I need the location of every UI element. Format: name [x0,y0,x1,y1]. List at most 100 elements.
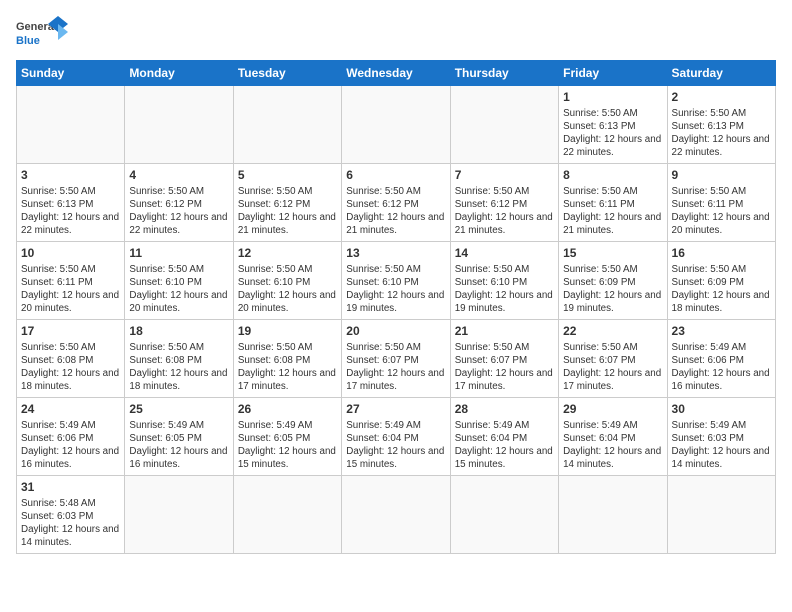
day-number: 22 [563,323,662,340]
calendar-week-row: 1Sunrise: 5:50 AM Sunset: 6:13 PM Daylig… [17,86,776,164]
calendar-cell: 8Sunrise: 5:50 AM Sunset: 6:11 PM Daylig… [559,164,667,242]
day-number: 31 [21,479,120,496]
calendar-cell: 17Sunrise: 5:50 AM Sunset: 6:08 PM Dayli… [17,320,125,398]
day-number: 19 [238,323,337,340]
calendar-cell [667,476,775,554]
day-info: Sunrise: 5:49 AM Sunset: 6:04 PM Dayligh… [455,419,554,472]
calendar-cell [17,86,125,164]
calendar-cell: 30Sunrise: 5:49 AM Sunset: 6:03 PM Dayli… [667,398,775,476]
calendar-cell: 24Sunrise: 5:49 AM Sunset: 6:06 PM Dayli… [17,398,125,476]
day-number: 12 [238,245,337,262]
day-info: Sunrise: 5:50 AM Sunset: 6:10 PM Dayligh… [238,263,337,316]
calendar-cell [125,86,233,164]
day-info: Sunrise: 5:50 AM Sunset: 6:11 PM Dayligh… [672,185,771,238]
day-info: Sunrise: 5:50 AM Sunset: 6:10 PM Dayligh… [129,263,228,316]
day-number: 29 [563,401,662,418]
day-info: Sunrise: 5:50 AM Sunset: 6:12 PM Dayligh… [346,185,445,238]
day-info: Sunrise: 5:50 AM Sunset: 6:09 PM Dayligh… [672,263,771,316]
day-number: 14 [455,245,554,262]
calendar-cell [450,86,558,164]
day-info: Sunrise: 5:50 AM Sunset: 6:13 PM Dayligh… [563,107,662,160]
day-info: Sunrise: 5:48 AM Sunset: 6:03 PM Dayligh… [21,497,120,550]
calendar: SundayMondayTuesdayWednesdayThursdayFrid… [16,60,776,554]
day-number: 2 [672,89,771,106]
day-number: 18 [129,323,228,340]
calendar-cell [450,476,558,554]
day-info: Sunrise: 5:50 AM Sunset: 6:08 PM Dayligh… [238,341,337,394]
day-info: Sunrise: 5:50 AM Sunset: 6:12 PM Dayligh… [455,185,554,238]
column-header-monday: Monday [125,61,233,86]
column-header-friday: Friday [559,61,667,86]
day-number: 20 [346,323,445,340]
calendar-cell: 23Sunrise: 5:49 AM Sunset: 6:06 PM Dayli… [667,320,775,398]
calendar-cell: 27Sunrise: 5:49 AM Sunset: 6:04 PM Dayli… [342,398,450,476]
day-info: Sunrise: 5:50 AM Sunset: 6:11 PM Dayligh… [21,263,120,316]
day-info: Sunrise: 5:49 AM Sunset: 6:06 PM Dayligh… [21,419,120,472]
calendar-cell: 4Sunrise: 5:50 AM Sunset: 6:12 PM Daylig… [125,164,233,242]
day-info: Sunrise: 5:50 AM Sunset: 6:08 PM Dayligh… [129,341,228,394]
logo: General Blue [16,16,68,54]
day-info: Sunrise: 5:50 AM Sunset: 6:10 PM Dayligh… [346,263,445,316]
calendar-header-row: SundayMondayTuesdayWednesdayThursdayFrid… [17,61,776,86]
column-header-wednesday: Wednesday [342,61,450,86]
calendar-week-row: 10Sunrise: 5:50 AM Sunset: 6:11 PM Dayli… [17,242,776,320]
day-info: Sunrise: 5:49 AM Sunset: 6:06 PM Dayligh… [672,341,771,394]
day-info: Sunrise: 5:50 AM Sunset: 6:12 PM Dayligh… [238,185,337,238]
day-number: 10 [21,245,120,262]
calendar-cell: 15Sunrise: 5:50 AM Sunset: 6:09 PM Dayli… [559,242,667,320]
day-info: Sunrise: 5:50 AM Sunset: 6:07 PM Dayligh… [455,341,554,394]
calendar-cell: 16Sunrise: 5:50 AM Sunset: 6:09 PM Dayli… [667,242,775,320]
day-info: Sunrise: 5:50 AM Sunset: 6:13 PM Dayligh… [21,185,120,238]
day-number: 23 [672,323,771,340]
day-info: Sunrise: 5:49 AM Sunset: 6:04 PM Dayligh… [346,419,445,472]
calendar-cell: 9Sunrise: 5:50 AM Sunset: 6:11 PM Daylig… [667,164,775,242]
day-info: Sunrise: 5:49 AM Sunset: 6:04 PM Dayligh… [563,419,662,472]
day-number: 3 [21,167,120,184]
day-number: 21 [455,323,554,340]
day-number: 5 [238,167,337,184]
day-number: 15 [563,245,662,262]
day-info: Sunrise: 5:50 AM Sunset: 6:10 PM Dayligh… [455,263,554,316]
calendar-cell: 19Sunrise: 5:50 AM Sunset: 6:08 PM Dayli… [233,320,341,398]
calendar-week-row: 31Sunrise: 5:48 AM Sunset: 6:03 PM Dayli… [17,476,776,554]
calendar-cell: 6Sunrise: 5:50 AM Sunset: 6:12 PM Daylig… [342,164,450,242]
day-info: Sunrise: 5:49 AM Sunset: 6:05 PM Dayligh… [238,419,337,472]
day-number: 9 [672,167,771,184]
calendar-cell [559,476,667,554]
calendar-week-row: 17Sunrise: 5:50 AM Sunset: 6:08 PM Dayli… [17,320,776,398]
day-number: 16 [672,245,771,262]
calendar-cell: 20Sunrise: 5:50 AM Sunset: 6:07 PM Dayli… [342,320,450,398]
column-header-thursday: Thursday [450,61,558,86]
calendar-cell [342,476,450,554]
day-info: Sunrise: 5:49 AM Sunset: 6:05 PM Dayligh… [129,419,228,472]
calendar-cell: 7Sunrise: 5:50 AM Sunset: 6:12 PM Daylig… [450,164,558,242]
day-number: 24 [21,401,120,418]
day-number: 13 [346,245,445,262]
calendar-cell [233,86,341,164]
calendar-cell: 1Sunrise: 5:50 AM Sunset: 6:13 PM Daylig… [559,86,667,164]
day-info: Sunrise: 5:50 AM Sunset: 6:07 PM Dayligh… [346,341,445,394]
calendar-cell: 25Sunrise: 5:49 AM Sunset: 6:05 PM Dayli… [125,398,233,476]
day-info: Sunrise: 5:50 AM Sunset: 6:12 PM Dayligh… [129,185,228,238]
calendar-week-row: 3Sunrise: 5:50 AM Sunset: 6:13 PM Daylig… [17,164,776,242]
column-header-sunday: Sunday [17,61,125,86]
calendar-cell: 26Sunrise: 5:49 AM Sunset: 6:05 PM Dayli… [233,398,341,476]
day-number: 30 [672,401,771,418]
svg-text:Blue: Blue [16,35,40,47]
calendar-cell: 21Sunrise: 5:50 AM Sunset: 6:07 PM Dayli… [450,320,558,398]
calendar-cell: 18Sunrise: 5:50 AM Sunset: 6:08 PM Dayli… [125,320,233,398]
logo-svg: General Blue [16,16,68,54]
column-header-saturday: Saturday [667,61,775,86]
calendar-cell: 11Sunrise: 5:50 AM Sunset: 6:10 PM Dayli… [125,242,233,320]
calendar-cell: 14Sunrise: 5:50 AM Sunset: 6:10 PM Dayli… [450,242,558,320]
day-number: 4 [129,167,228,184]
day-number: 26 [238,401,337,418]
day-info: Sunrise: 5:50 AM Sunset: 6:13 PM Dayligh… [672,107,771,160]
day-number: 8 [563,167,662,184]
day-number: 25 [129,401,228,418]
calendar-cell: 2Sunrise: 5:50 AM Sunset: 6:13 PM Daylig… [667,86,775,164]
day-info: Sunrise: 5:50 AM Sunset: 6:11 PM Dayligh… [563,185,662,238]
column-header-tuesday: Tuesday [233,61,341,86]
calendar-cell: 31Sunrise: 5:48 AM Sunset: 6:03 PM Dayli… [17,476,125,554]
calendar-cell: 29Sunrise: 5:49 AM Sunset: 6:04 PM Dayli… [559,398,667,476]
